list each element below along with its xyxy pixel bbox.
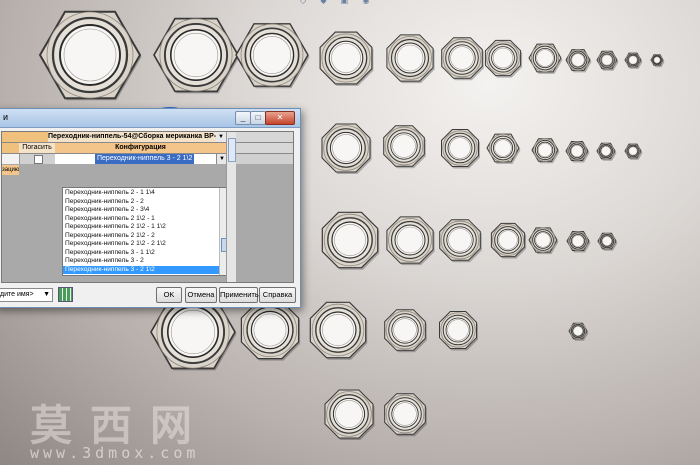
hex-nut-part[interactable] [528, 227, 559, 255]
corner-cell [2, 143, 20, 153]
close-button[interactable]: ✕ [265, 111, 295, 125]
table-scroll-thumb[interactable] [228, 138, 236, 162]
hex-nut-part[interactable] [439, 219, 482, 263]
hex-nut-part[interactable] [439, 311, 479, 351]
hex-nut-part[interactable] [565, 49, 592, 73]
hex-nut-part[interactable] [383, 125, 426, 169]
hex-nut-part[interactable] [384, 393, 427, 437]
hex-nut-part[interactable] [566, 231, 591, 253]
table-row: Переходник-ниппель 3 - 2 1\2 ▼ [2, 154, 293, 164]
hex-nut-part[interactable] [484, 39, 523, 78]
minimize-button[interactable]: _ [235, 111, 251, 125]
list-item[interactable]: Переходник-ниппель 2 1\2 - 1 1\2 [65, 223, 215, 232]
configuration-dropdown-list[interactable]: Переходник-ниппель 2 - 1 1\4 Переходник-н… [62, 187, 228, 276]
list-item[interactable]: Переходник-ниппель 2 1\2 - 2 1\2 [65, 240, 215, 249]
table-grid-icon[interactable] [58, 287, 73, 302]
table-column-headers: Погасить Конфигурация [2, 143, 293, 154]
hex-nut-part[interactable] [38, 10, 142, 101]
hex-nut-part[interactable] [624, 52, 643, 69]
hex-nut-part[interactable] [568, 322, 589, 341]
hex-nut-part[interactable] [624, 143, 643, 160]
suppress-checkbox[interactable] [34, 155, 43, 164]
hex-nut-part[interactable] [441, 37, 484, 81]
hex-nut-part[interactable] [384, 309, 427, 353]
cancel-button[interactable]: Отмена [185, 287, 217, 303]
list-item[interactable]: Переходник-ниппель 3 - 2 1\2 [63, 265, 219, 274]
hex-nut-part[interactable] [240, 300, 301, 361]
hex-nut-part[interactable] [321, 123, 372, 174]
dialog-title: и [3, 112, 9, 122]
col-header-configuration: Конфигурация [55, 143, 227, 153]
hex-nut-part[interactable] [386, 34, 435, 84]
hex-nut-part[interactable] [235, 23, 310, 89]
dialog-footer: дите имя> ▼ OK Отмена Применить Справка [0, 284, 300, 306]
list-item[interactable]: Переходник-ниппель 2 - 1 1\4 [65, 189, 215, 198]
col-header-hide: Погасить [19, 143, 56, 153]
maximize-button[interactable]: □ [250, 111, 266, 125]
hex-nut-part[interactable] [531, 138, 560, 164]
name-combo-value: дите имя> [0, 291, 34, 298]
hex-nut-part[interactable] [321, 211, 380, 270]
configure-component-dialog: и _ □ ✕ Переходник-ниппель-54@Сборка мер… [0, 108, 301, 308]
hex-nut-part[interactable] [596, 50, 619, 71]
row-label: зацию > [2, 165, 19, 175]
hex-nut-part[interactable] [490, 222, 527, 259]
hex-nut-part[interactable] [528, 43, 563, 74]
table-scrollbar[interactable] [226, 132, 236, 282]
dialog-titlebar[interactable]: и _ □ ✕ [0, 109, 300, 128]
hex-nut-part[interactable] [324, 389, 375, 440]
list-item[interactable]: Переходник-ниппель 2 - 3\4 [65, 206, 215, 215]
hex-nut-part[interactable] [319, 31, 374, 86]
apply-button[interactable]: Применить [219, 287, 259, 303]
list-item[interactable]: Переходник-ниппель 2 1\2 - 1 [65, 215, 215, 224]
list-item[interactable]: Переходник-ниппель 2 1\2 - 2 [65, 232, 215, 241]
selected-configuration: Переходник-ниппель 3 - 2 1\2 [95, 154, 195, 164]
hex-nut-part[interactable] [486, 133, 521, 164]
list-item[interactable]: Переходник-ниппель 3 - 1 1\2 [65, 249, 215, 258]
help-button[interactable]: Справка [259, 287, 296, 303]
ok-button[interactable]: OK [156, 287, 182, 303]
hex-nut-part[interactable] [309, 301, 368, 360]
name-combo[interactable]: дите имя> ▼ [0, 288, 53, 302]
hex-nut-part[interactable] [441, 129, 481, 169]
hex-nut-part[interactable] [386, 216, 435, 266]
hex-nut-part[interactable] [565, 141, 590, 163]
hex-nut-part[interactable] [597, 232, 618, 251]
chevron-down-icon: ▼ [43, 291, 50, 298]
row-selector[interactable] [2, 154, 20, 164]
watermark-url: www.3dmox.com [30, 444, 200, 462]
hex-nut-part[interactable] [596, 142, 617, 161]
heads-up-toolbar[interactable]: ◇ ◆ ▣ ◉ [300, 0, 376, 5]
configuration-combo[interactable]: Переходник-ниппель 3 - 2 1\2 [55, 154, 226, 164]
hex-nut-part[interactable] [650, 54, 665, 68]
component-caption: Переходник-ниппель-54@Сборка мериканка В… [48, 132, 226, 142]
hex-nut-part[interactable] [153, 17, 240, 94]
row-header-cell [2, 132, 49, 142]
configuration-table: Переходник-ниппель-54@Сборка мериканка В… [1, 131, 294, 283]
table-title-row: Переходник-ниппель-54@Сборка мериканка В… [2, 132, 293, 143]
list-item[interactable]: Переходник-ниппель 2 - 2 [65, 198, 215, 207]
list-item[interactable]: Переходник-ниппель 3 - 2 [65, 257, 215, 266]
